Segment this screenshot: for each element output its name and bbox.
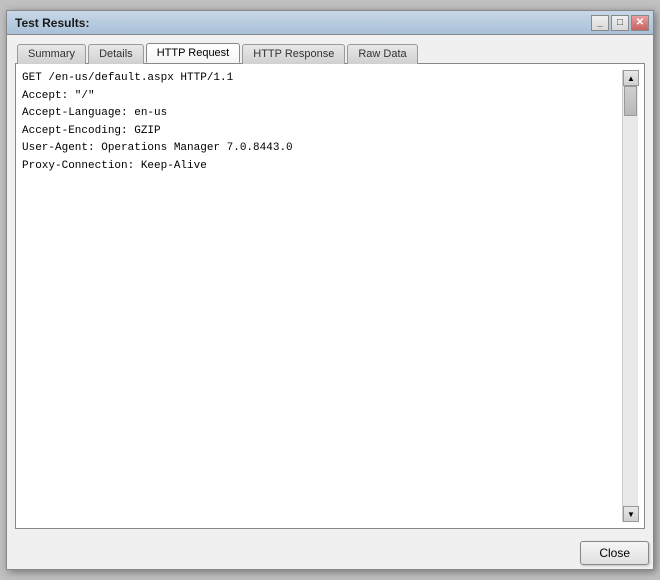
window-title: Test Results:	[15, 16, 89, 30]
close-button[interactable]: Close	[580, 541, 649, 565]
tab-http-request[interactable]: HTTP Request	[146, 43, 241, 63]
tab-panel-http-request: GET /en-us/default.aspx HTTP/1.1 Accept:…	[15, 63, 645, 529]
scrollbar-track[interactable]	[623, 86, 638, 506]
scrollbar-thumb[interactable]	[624, 86, 637, 116]
scroll-down-button[interactable]: ▼	[623, 506, 639, 522]
scroll-up-button[interactable]: ▲	[623, 70, 639, 86]
scrollbar: ▲ ▼	[622, 70, 638, 522]
minimize-button[interactable]: _	[591, 15, 609, 31]
tab-summary[interactable]: Summary	[17, 44, 86, 64]
bottom-bar: Close	[7, 537, 653, 569]
maximize-button[interactable]: □	[611, 15, 629, 31]
tab-details[interactable]: Details	[88, 44, 144, 64]
http-request-content[interactable]: GET /en-us/default.aspx HTTP/1.1 Accept:…	[22, 70, 622, 522]
tab-raw-data[interactable]: Raw Data	[347, 44, 417, 64]
title-bar: Test Results: _ □ ✕	[7, 11, 653, 35]
tab-http-response[interactable]: HTTP Response	[242, 44, 345, 64]
window-close-button[interactable]: ✕	[631, 15, 649, 31]
test-results-window: Test Results: _ □ ✕ Summary Details HTTP…	[6, 10, 654, 570]
tabs-bar: Summary Details HTTP Request HTTP Respon…	[15, 43, 645, 63]
title-bar-buttons: _ □ ✕	[591, 15, 649, 31]
window-content: Summary Details HTTP Request HTTP Respon…	[7, 35, 653, 537]
tabs-container: Summary Details HTTP Request HTTP Respon…	[15, 43, 645, 529]
